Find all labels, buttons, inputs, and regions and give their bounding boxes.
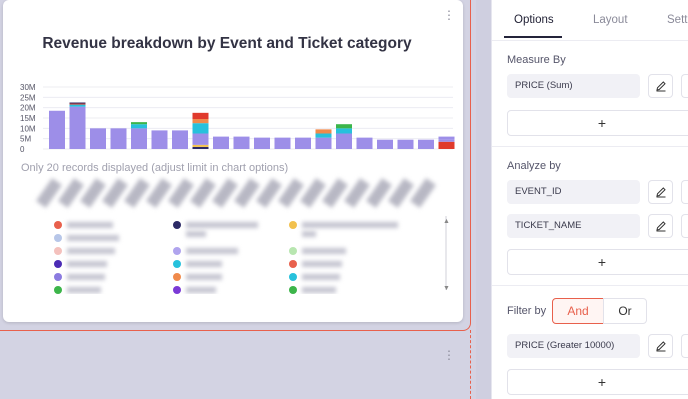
bar-segment[interactable] bbox=[172, 130, 188, 149]
filter-by-label: Filter by bbox=[507, 305, 547, 317]
bar-segment[interactable] bbox=[69, 103, 86, 105]
bar-segment[interactable] bbox=[377, 139, 393, 149]
filter-field-price[interactable]: PRICE (Greater 10000) bbox=[507, 334, 640, 358]
tab-options[interactable]: Options bbox=[514, 14, 554, 26]
bar-segment[interactable] bbox=[274, 137, 291, 149]
next-card-outline bbox=[0, 330, 471, 399]
tab-settings[interactable]: Setti bbox=[667, 14, 688, 26]
bar-segment[interactable] bbox=[438, 141, 455, 149]
svg-text:▼: ▼ bbox=[443, 285, 450, 292]
bar-segment[interactable] bbox=[295, 137, 311, 149]
pencil-icon bbox=[655, 81, 666, 92]
bar-segment[interactable] bbox=[192, 123, 209, 134]
bar-segment[interactable] bbox=[131, 124, 147, 129]
bar-segment[interactable] bbox=[336, 128, 352, 134]
bar-segment[interactable] bbox=[69, 106, 86, 149]
dashboard-canvas: ⋮ Revenue breakdown by Event and Ticket … bbox=[0, 0, 476, 399]
bar-segment[interactable] bbox=[213, 136, 229, 149]
bar-segment[interactable] bbox=[192, 146, 209, 149]
edit-ticket-name-button[interactable] bbox=[648, 214, 673, 238]
measure-by-label: Measure By bbox=[507, 54, 566, 66]
bar-segment[interactable] bbox=[192, 112, 209, 120]
measure-field[interactable]: PRICE (Sum) bbox=[507, 74, 640, 98]
tab-layout[interactable]: Layout bbox=[593, 14, 628, 26]
bar-segment[interactable] bbox=[90, 128, 106, 149]
edit-measure-button[interactable] bbox=[648, 74, 673, 98]
bar-segment[interactable] bbox=[336, 133, 352, 150]
analyze-field-event-id[interactable]: EVENT_ID bbox=[507, 180, 640, 204]
bar-segment[interactable] bbox=[397, 139, 414, 149]
bar-segment[interactable] bbox=[131, 122, 147, 125]
bar-segment[interactable] bbox=[315, 137, 332, 149]
bar-segment[interactable] bbox=[110, 128, 127, 149]
bar-segment[interactable] bbox=[254, 137, 270, 149]
analyze-by-label: Analyze by bbox=[507, 160, 561, 172]
next-card-menu-icon[interactable]: ⋮ bbox=[443, 348, 455, 362]
add-filter-button[interactable]: + bbox=[507, 369, 688, 395]
bar-segment[interactable] bbox=[438, 136, 455, 140]
remove-ticket-name-button[interactable] bbox=[681, 214, 688, 238]
y-tick-label: 25M bbox=[20, 93, 36, 102]
remove-measure-button[interactable] bbox=[681, 74, 688, 98]
filter-and-toggle[interactable]: And bbox=[552, 298, 604, 324]
pencil-icon bbox=[655, 341, 666, 352]
legend-blurred: ▲ ▼ bbox=[54, 216, 450, 294]
svg-text:▲: ▲ bbox=[443, 218, 450, 225]
edit-filter-button[interactable] bbox=[648, 334, 673, 358]
add-measure-button[interactable]: + bbox=[507, 110, 688, 136]
bar-segment[interactable] bbox=[49, 110, 65, 149]
analyze-field-ticket-name[interactable]: TICKET_NAME bbox=[507, 214, 640, 238]
bar-segment[interactable] bbox=[192, 119, 209, 124]
y-tick-label: 15M bbox=[20, 114, 36, 123]
bar-segment[interactable] bbox=[438, 139, 455, 142]
pencil-icon bbox=[655, 187, 666, 198]
y-tick-label: 0 bbox=[20, 145, 25, 154]
remove-event-id-button[interactable] bbox=[681, 180, 688, 204]
bar-segment[interactable] bbox=[131, 128, 147, 149]
edit-event-id-button[interactable] bbox=[648, 180, 673, 204]
bar-segment[interactable] bbox=[69, 102, 86, 104]
y-tick-label: 20M bbox=[20, 104, 36, 113]
filter-or-toggle[interactable]: Or bbox=[603, 298, 647, 324]
bar-segment[interactable] bbox=[315, 133, 332, 138]
add-dimension-button[interactable]: + bbox=[507, 249, 688, 275]
legend-scrollbar: ▲ ▼ bbox=[443, 216, 450, 292]
bar-segment[interactable] bbox=[192, 133, 209, 145]
bar-segment[interactable] bbox=[151, 130, 168, 149]
divider bbox=[492, 146, 688, 147]
divider bbox=[492, 285, 688, 286]
pencil-icon bbox=[655, 221, 666, 232]
chart-card[interactable]: ⋮ Revenue breakdown by Event and Ticket … bbox=[3, 0, 463, 322]
y-tick-label: 10M bbox=[20, 124, 36, 133]
active-tab-indicator bbox=[504, 36, 562, 38]
bar-segment[interactable] bbox=[192, 144, 209, 147]
bar-segment[interactable] bbox=[418, 139, 434, 149]
panel-tabs: Options Layout Setti bbox=[492, 0, 688, 41]
bar-segment[interactable] bbox=[233, 136, 250, 149]
bar-segment[interactable] bbox=[356, 137, 373, 149]
chart-options-panel: Options Layout Setti Measure By PRICE (S… bbox=[491, 0, 688, 399]
remove-filter-button[interactable] bbox=[681, 334, 688, 358]
bar-segment[interactable] bbox=[69, 104, 86, 107]
bar-segment[interactable] bbox=[336, 124, 352, 129]
y-tick-label: 5M bbox=[20, 135, 31, 144]
bar-segment[interactable] bbox=[315, 129, 332, 134]
y-tick-label: 30M bbox=[20, 83, 36, 92]
